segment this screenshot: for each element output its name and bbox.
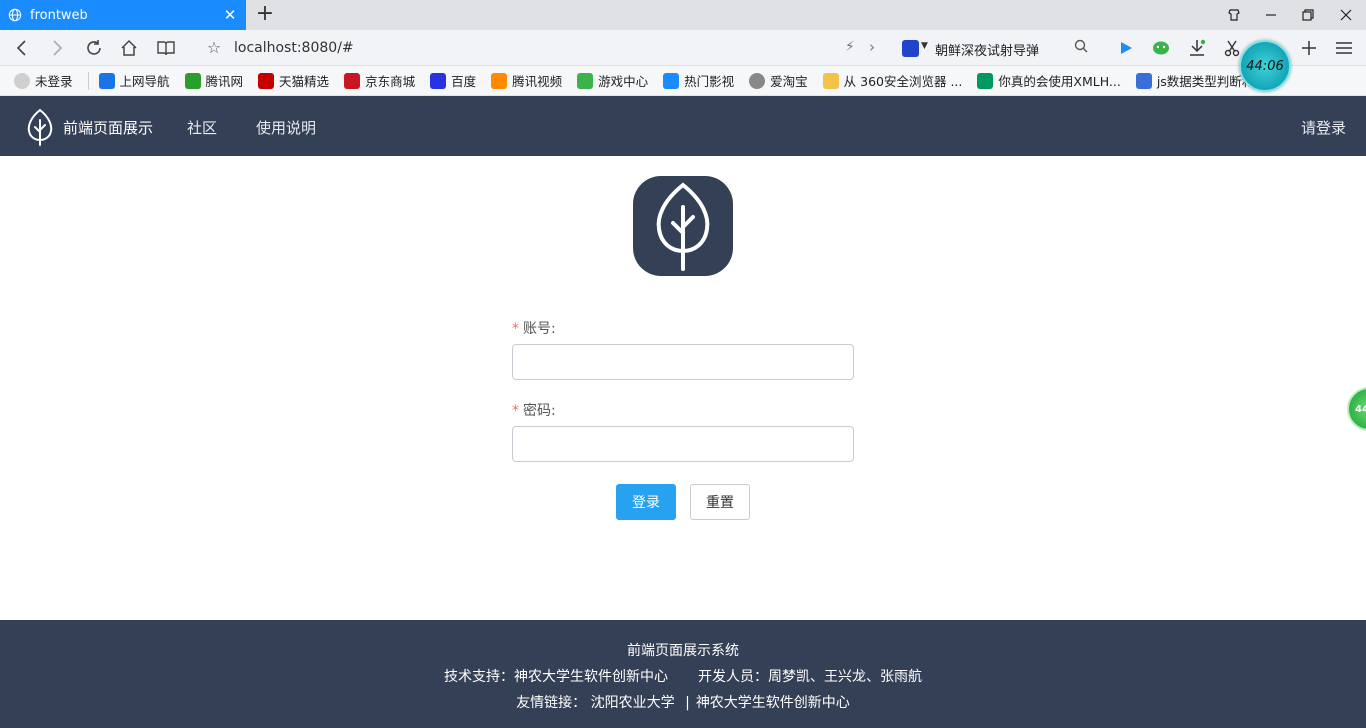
password-label: * 密码: xyxy=(512,400,556,420)
news-ticker[interactable]: 朝鲜深夜试射导弹 xyxy=(935,40,1039,59)
bookmark-label: 未登录 xyxy=(35,74,73,89)
site-icon xyxy=(1135,72,1152,89)
bookmark-item[interactable]: 腾讯视频 xyxy=(491,71,562,90)
ie-icon xyxy=(98,72,115,89)
account-label: * 账号: xyxy=(512,318,556,338)
skin-icon[interactable] xyxy=(1216,0,1252,30)
account-label-text: 账号: xyxy=(523,321,556,337)
footer-developers: 开发人员：周梦凯、王兴龙、张雨航 xyxy=(698,669,922,685)
footer-links-label: 友情链接： xyxy=(516,695,587,711)
search-icon[interactable] xyxy=(1074,39,1088,57)
leaf-logo-icon[interactable] xyxy=(25,108,55,146)
login-button[interactable]: 登录 xyxy=(616,484,676,520)
bookmark-item[interactable]: 热门影视 xyxy=(663,71,734,90)
password-input[interactable] xyxy=(512,426,854,462)
bookmark-item[interactable]: 你真的会使用XMLH... xyxy=(977,71,1121,90)
baidu-icon xyxy=(430,72,447,89)
sf-icon xyxy=(977,72,994,89)
bookmark-item[interactable]: 百度 xyxy=(430,71,476,90)
leaf-icon xyxy=(656,182,710,271)
bookmark-item[interactable]: 京东商城 xyxy=(344,71,415,90)
bookmark-item[interactable]: 爱淘宝 xyxy=(749,71,808,90)
footer-link-syau[interactable]: 沈阳农业大学 xyxy=(591,695,675,711)
reader-icon[interactable] xyxy=(155,37,177,59)
bookmark-item[interactable]: 未登录 xyxy=(14,71,73,90)
video-play-icon[interactable] xyxy=(1114,37,1138,59)
footer-link-innovation-center[interactable]: 神农大学生软件创新中心 xyxy=(696,695,850,711)
required-mark: * xyxy=(512,403,519,419)
bookmark-label: 天猫精选 xyxy=(279,74,330,89)
jd-icon xyxy=(344,72,361,89)
tencent-video-icon xyxy=(491,72,508,89)
footer-separator: | xyxy=(685,695,690,711)
folder-icon xyxy=(822,72,839,89)
flash-icon[interactable]: ⚡ xyxy=(845,39,855,55)
globe-icon xyxy=(8,8,22,22)
bookmark-label: 你真的会使用XMLH... xyxy=(998,74,1121,89)
bookmark-star-icon[interactable]: ☆ xyxy=(204,38,224,58)
app-logo xyxy=(633,176,733,276)
footer-links: 友情链接： 沈阳农业大学 | 神农大学生软件创新中心 xyxy=(0,692,1366,712)
bookmark-item[interactable]: 游戏中心 xyxy=(577,71,648,90)
caret-down-icon[interactable]: ▼ xyxy=(921,41,928,51)
bookmark-item[interactable]: 腾讯网 xyxy=(184,71,244,90)
gamepad-icon xyxy=(577,72,594,89)
bookmark-divider xyxy=(87,71,89,90)
browser-tab-frontweb[interactable]: frontweb ✕ xyxy=(0,0,246,30)
login-link[interactable]: 请登录 xyxy=(1301,117,1346,138)
close-window-icon[interactable] xyxy=(1328,0,1364,30)
account-input[interactable] xyxy=(512,344,854,380)
globe-icon xyxy=(749,72,766,89)
bookmark-item[interactable]: 天猫精选 xyxy=(258,71,329,90)
download-icon[interactable] xyxy=(1185,37,1209,59)
nav-link-instructions[interactable]: 使用说明 xyxy=(256,117,316,138)
bookmark-label: 腾讯视频 xyxy=(512,74,563,89)
home-icon[interactable] xyxy=(118,37,140,59)
add-icon[interactable] xyxy=(1297,37,1321,59)
forward-icon[interactable] xyxy=(46,37,68,59)
bookmark-label: 京东商城 xyxy=(365,74,416,89)
wechat-icon[interactable] xyxy=(1149,37,1173,59)
bookmark-label: 从 360安全浏览器 ... xyxy=(843,74,963,89)
password-label-text: 密码: xyxy=(523,403,556,419)
bookmark-item[interactable]: 从 360安全浏览器 ... xyxy=(822,71,963,90)
brand-title[interactable]: 前端页面展示 xyxy=(63,117,153,138)
floating-assistant-ball[interactable]: 44 xyxy=(1347,387,1366,431)
bookmark-label: 百度 xyxy=(451,74,477,89)
baidu-search-engine-icon[interactable] xyxy=(902,40,919,57)
footer: 前端页面展示系统 技术支持：神农大学生软件创新中心 开发人员：周梦凯、王兴龙、张雨… xyxy=(0,620,1366,728)
tencent-icon xyxy=(184,72,201,89)
restore-icon[interactable] xyxy=(1290,0,1326,30)
bookmark-label: 上网导航 xyxy=(119,74,170,89)
footer-title: 前端页面展示系统 xyxy=(627,643,739,659)
tmall-icon xyxy=(258,72,275,89)
address-bar: ☆ localhost:8080/# ⚡ › ▼ 朝鲜深夜试射导弹 xyxy=(0,30,1366,66)
menu-icon[interactable] xyxy=(1332,37,1356,59)
back-icon[interactable] xyxy=(11,37,33,59)
tab-title: frontweb xyxy=(30,7,88,23)
play-icon xyxy=(663,72,680,89)
bookmarks-bar: 未登录 上网导航 腾讯网 天猫精选 京东商城 百度 腾讯视频 游戏中心 热门影视 爱淘宝 从 360… xyxy=(0,66,1366,96)
bookmark-label: 热门影视 xyxy=(684,74,735,89)
reset-button[interactable]: 重置 xyxy=(690,484,750,520)
footer-support: 技术支持：神农大学生软件创新中心 xyxy=(444,669,668,685)
url-field[interactable]: localhost:8080/# xyxy=(234,40,354,56)
floating-clock-widget[interactable]: 44:06 xyxy=(1239,40,1291,92)
nav-link-community[interactable]: 社区 xyxy=(187,117,217,138)
close-tab-icon[interactable]: ✕ xyxy=(222,6,238,24)
browser-tab-bar: frontweb ✕ + xyxy=(0,0,1366,30)
new-tab-button[interactable]: + xyxy=(254,2,276,26)
required-mark: * xyxy=(512,321,519,337)
minimize-icon[interactable] xyxy=(1253,0,1289,30)
reload-icon[interactable] xyxy=(83,37,105,59)
bookmark-label: 爱淘宝 xyxy=(770,74,808,89)
user-icon xyxy=(14,72,30,89)
bookmark-item[interactable]: 上网导航 xyxy=(98,71,170,90)
chevron-right-icon[interactable]: › xyxy=(869,38,875,56)
bookmark-label: 游戏中心 xyxy=(598,74,649,89)
bookmark-label: 腾讯网 xyxy=(205,74,244,89)
footer-credits: 技术支持：神农大学生软件创新中心 开发人员：周梦凯、王兴龙、张雨航 xyxy=(0,666,1366,686)
